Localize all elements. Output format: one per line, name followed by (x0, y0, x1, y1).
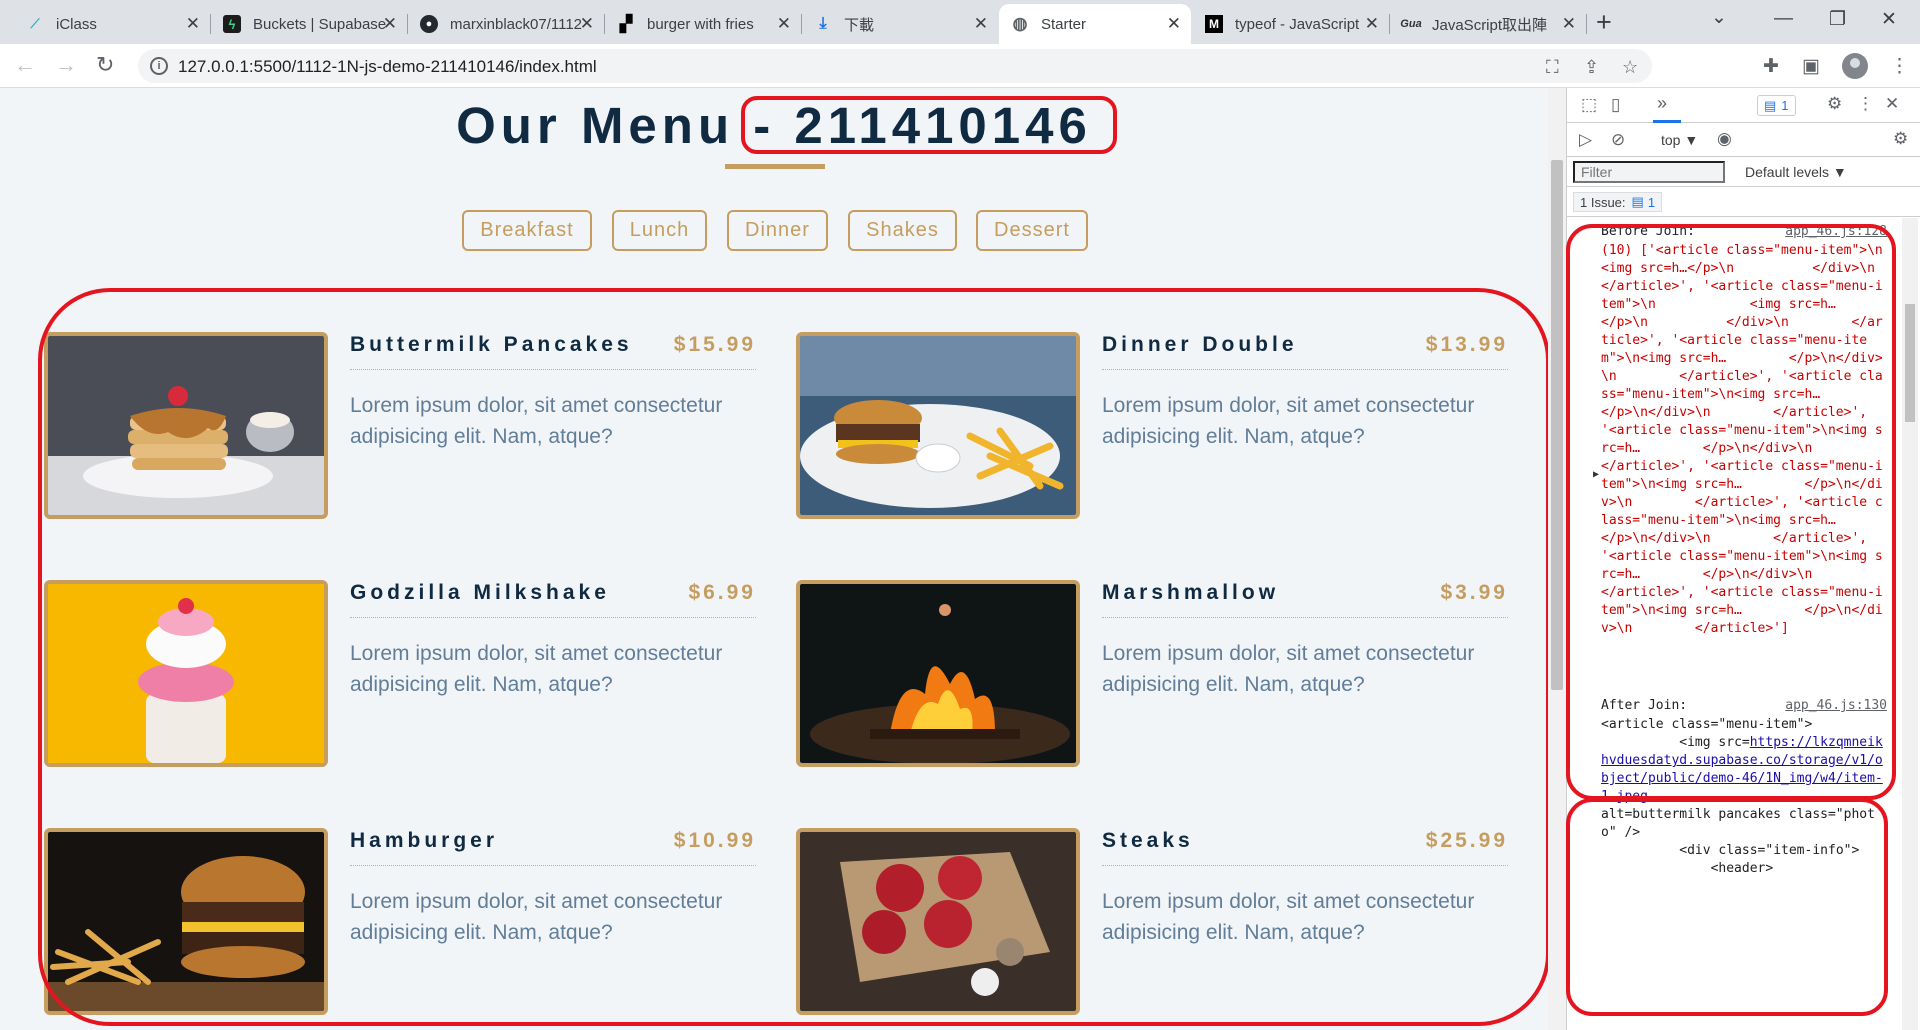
close-tab-icon[interactable]: ✕ (580, 15, 594, 32)
tab-search-icon[interactable]: ⌄ (1711, 6, 1727, 29)
download-icon: ⤓ (819, 15, 827, 32)
tab-title: JavaScript取出陣 (1432, 16, 1548, 34)
gua-icon: Gua (1400, 18, 1422, 30)
more-options-icon[interactable]: ⋮ (1857, 94, 1874, 114)
site-info-icon[interactable]: i (150, 57, 168, 75)
issues-badge-count: 1 (1781, 98, 1789, 113)
close-tab-icon[interactable]: ✕ (1167, 15, 1181, 32)
tab-starter[interactable]: ◍ Starter ✕ (999, 4, 1191, 44)
log-levels-dropdown[interactable]: Default levels ▼ (1745, 164, 1847, 180)
filter-bar: Default levels ▼ (1567, 157, 1920, 187)
message-icon: ▤ (1764, 97, 1777, 113)
close-tab-icon[interactable]: ✕ (1562, 15, 1576, 32)
console-filter-input[interactable] (1573, 161, 1725, 183)
sidebar-toggle-icon[interactable]: ▷ (1579, 130, 1592, 150)
close-tab-icon[interactable]: ✕ (974, 15, 988, 32)
log-levels-label: Default levels (1745, 164, 1830, 180)
tab-title: typeof - JavaScript (1235, 15, 1360, 33)
tab-title: Starter (1041, 15, 1087, 33)
annotation-circle (741, 96, 1117, 154)
maximize-button[interactable]: ❐ (1829, 8, 1846, 31)
page-scrollbar[interactable] (1548, 88, 1566, 1030)
filter-button-shakes[interactable]: Shakes (848, 210, 957, 251)
tab-title: Buckets | Supabase (253, 15, 387, 33)
issues-text: 1 Issue: (1580, 194, 1626, 210)
back-arrow-icon[interactable]: ← (14, 53, 36, 77)
extensions-puzzle-icon[interactable]: ✚ (1763, 55, 1779, 78)
minimize-button[interactable]: — (1774, 8, 1793, 30)
unsplash-icon: ▞ (619, 16, 633, 33)
side-panel-icon[interactable]: ▣ (1802, 55, 1820, 78)
tab-iclass[interactable]: ⟋ iClass ✕ (14, 4, 210, 44)
url-text[interactable]: 127.0.0.1:5500/1112-1N-js-demo-211410146… (178, 57, 597, 77)
tab-mdn[interactable]: M typeof - JavaScript ✕ (1193, 4, 1389, 44)
scrollbar-thumb[interactable] (1905, 304, 1915, 422)
clear-console-icon[interactable]: ⊘ (1611, 130, 1625, 150)
address-bar[interactable]: i 127.0.0.1:5500/1112-1N-js-demo-2114101… (138, 49, 1652, 83)
annotation-circle (38, 288, 1548, 1026)
tab-unsplash[interactable]: ▞ burger with fries ✕ (605, 4, 801, 44)
scrollbar-thumb[interactable] (1551, 160, 1563, 690)
close-tab-icon[interactable]: ✕ (1365, 15, 1379, 32)
tab-strip: ⟋ iClass ✕ ϟ Buckets | Supabase ✕ ● marx… (0, 0, 1920, 44)
tab-github[interactable]: ● marxinblack07/1112 ✕ (408, 4, 604, 44)
new-tab-button[interactable]: + (1596, 7, 1612, 38)
issues-chip[interactable]: 1 Issue: ▤ 1 (1573, 192, 1663, 212)
close-tab-icon[interactable]: ✕ (186, 15, 200, 32)
github-icon: ● (420, 15, 438, 33)
issues-count: 1 (1647, 194, 1656, 210)
issue-message-icon: ▤ (1631, 194, 1644, 209)
title-underline (725, 164, 825, 169)
tab-supabase[interactable]: ϟ Buckets | Supabase ✕ (211, 4, 407, 44)
tab-title: 下載 (844, 16, 875, 34)
console-settings-icon[interactable]: ⚙ (1893, 129, 1908, 149)
close-window-button[interactable]: ✕ (1881, 8, 1897, 31)
tab-downloads[interactable]: ⤓ 下載 ✕ (802, 4, 998, 44)
more-menu-icon[interactable]: ⋮ (1890, 55, 1909, 78)
filter-button-dinner[interactable]: Dinner (727, 210, 828, 251)
close-devtools-icon[interactable]: ✕ (1885, 94, 1899, 114)
bookmark-star-icon[interactable]: ☆ (1622, 57, 1638, 78)
close-tab-icon[interactable]: ✕ (777, 15, 791, 32)
page-viewport: Our Menu - 211410146 Breakfast Lunch Din… (0, 88, 1548, 1030)
tab-title: burger with fries (647, 15, 754, 33)
console-scrollbar[interactable] (1902, 218, 1918, 1030)
profile-avatar[interactable] (1842, 53, 1868, 79)
filter-button-breakfast[interactable]: Breakfast (462, 210, 592, 251)
filter-button-lunch[interactable]: Lunch (612, 210, 707, 251)
browser-toolbar: ← → ↻ i 127.0.0.1:5500/1112-1N-js-demo-2… (0, 44, 1920, 88)
reload-icon[interactable]: ↻ (96, 53, 114, 77)
close-tab-icon[interactable]: ✕ (383, 15, 397, 32)
more-tabs-icon[interactable]: » (1657, 93, 1667, 114)
device-toolbar-icon[interactable]: ▯ (1611, 95, 1620, 115)
console-toolbar: ▷ ⊘ top ▼ ◉ ⚙ (1567, 123, 1920, 157)
tab-gua[interactable]: Gua JavaScript取出陣 ✕ (1390, 4, 1586, 44)
tab-separator (1586, 14, 1587, 34)
annotation-circle (1566, 798, 1888, 1016)
inspect-element-icon[interactable]: ⬚ (1581, 95, 1597, 115)
issues-badge[interactable]: ▤ 1 (1757, 95, 1796, 116)
share-icon[interactable]: ⇪ (1584, 57, 1599, 78)
mdn-icon: M (1205, 15, 1223, 33)
forward-arrow-icon[interactable]: → (55, 53, 77, 77)
annotation-circle (1566, 224, 1896, 800)
live-expression-eye-icon[interactable]: ◉ (1717, 129, 1732, 149)
context-label: top (1661, 132, 1681, 148)
tab-title: iClass (56, 15, 97, 33)
devtools-tabbar: ⬚ ▯ » ▤ 1 ⚙ ⋮ ✕ (1567, 88, 1920, 123)
settings-gear-icon[interactable]: ⚙ (1827, 94, 1842, 114)
translate-icon[interactable]: ⛶ (1546, 57, 1559, 78)
tab-title: marxinblack07/1112 (450, 15, 583, 33)
context-selector[interactable]: top ▼ (1661, 132, 1698, 148)
issues-row: 1 Issue: ▤ 1 (1567, 187, 1920, 217)
iclass-icon: ⟋ (30, 16, 40, 31)
supabase-icon: ϟ (223, 15, 241, 33)
globe-icon: ◍ (1012, 14, 1028, 33)
filter-button-dessert[interactable]: Dessert (976, 210, 1088, 251)
